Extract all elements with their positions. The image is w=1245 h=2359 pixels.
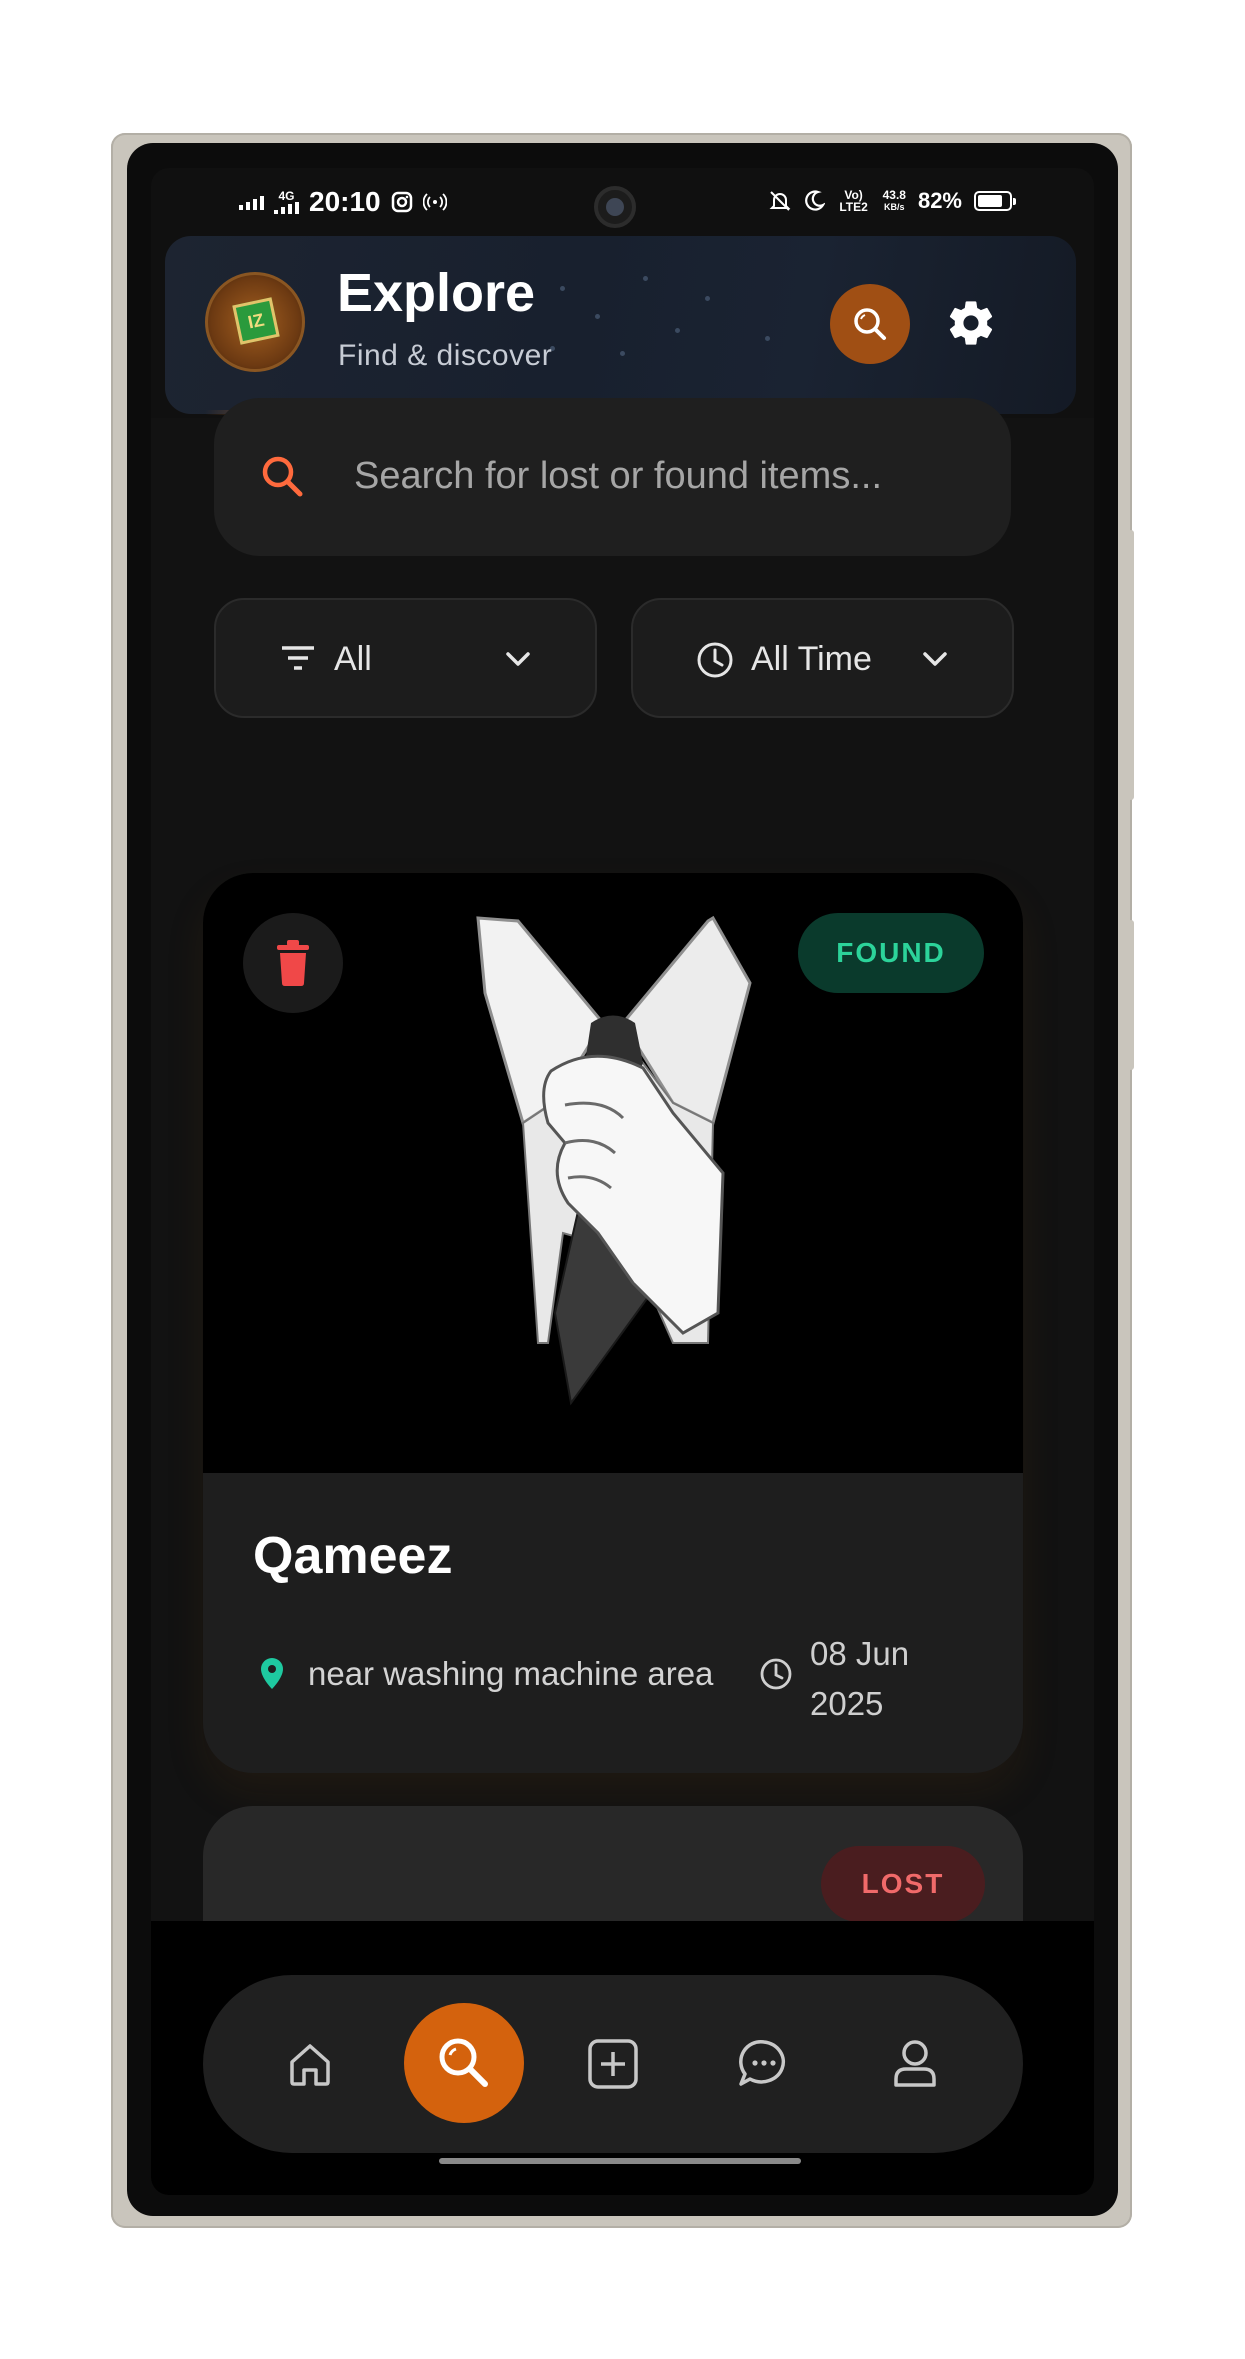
battery-percent: 82% bbox=[917, 188, 962, 213]
item-date: 08 Jun 2025 bbox=[810, 1635, 910, 1722]
volume-button bbox=[1128, 530, 1134, 800]
moon-icon bbox=[804, 190, 825, 211]
volte-indicator: Vo) LTE2 bbox=[839, 188, 868, 214]
search-bar[interactable] bbox=[214, 398, 1011, 556]
nav-explore[interactable] bbox=[404, 2003, 524, 2123]
category-filter-dropdown[interactable]: All bbox=[214, 598, 597, 718]
network-type: 4G bbox=[278, 189, 295, 203]
page-title: Explore bbox=[337, 263, 536, 323]
screen: 4G 20:10 Vo) LTE2 43.8 KB/s 82% IZ Explo… bbox=[151, 168, 1094, 2195]
profile-icon bbox=[894, 2040, 936, 2087]
avatar-logo: IZ bbox=[232, 297, 280, 345]
status-badge: FOUND bbox=[798, 913, 984, 993]
chat-icon bbox=[739, 2040, 786, 2086]
status-badge: LOST bbox=[821, 1846, 985, 1922]
front-camera bbox=[594, 186, 636, 228]
nav-chat[interactable] bbox=[727, 2027, 801, 2101]
time-filter-value: All Time bbox=[751, 640, 872, 678]
speed-value: 43.8 bbox=[882, 188, 906, 202]
delete-button[interactable] bbox=[243, 913, 343, 1013]
time-filter-dropdown[interactable]: All Time bbox=[631, 598, 1014, 718]
nav-profile[interactable] bbox=[878, 2027, 952, 2101]
power-button bbox=[1128, 920, 1134, 1070]
search-icon bbox=[854, 308, 886, 340]
explore-content[interactable]: All All Time bbox=[151, 398, 1094, 2006]
gear-icon bbox=[949, 301, 993, 345]
status-time: 20:10 bbox=[309, 186, 381, 217]
trash-icon bbox=[277, 940, 309, 986]
signal-icon bbox=[239, 194, 264, 210]
clock-icon bbox=[697, 642, 733, 678]
clock-icon bbox=[760, 1658, 792, 1690]
nav-add[interactable] bbox=[576, 2027, 650, 2101]
app-header: IZ Explore Find & discover bbox=[165, 236, 1076, 415]
search-icon bbox=[439, 2038, 488, 2087]
item-title: Qameez bbox=[253, 1527, 453, 1585]
location-pin-icon bbox=[261, 1658, 283, 1689]
signal-icon-2 bbox=[274, 202, 299, 214]
chevron-down-icon bbox=[923, 652, 947, 666]
search-icon bbox=[262, 456, 303, 497]
bottom-nav bbox=[203, 1975, 1023, 2153]
speed-unit: KB/s bbox=[884, 202, 905, 212]
add-icon bbox=[588, 2039, 638, 2089]
item-card[interactable]: FOUND Qameez near washing machine area 0… bbox=[203, 873, 1023, 1773]
filter-icon bbox=[282, 646, 314, 670]
settings-button[interactable] bbox=[942, 294, 1000, 352]
search-input[interactable] bbox=[354, 440, 974, 512]
status-bar: 4G 20:10 Vo) LTE2 43.8 KB/s 82% bbox=[151, 168, 1094, 238]
battery-icon bbox=[974, 191, 1016, 211]
nav-home[interactable] bbox=[273, 2027, 347, 2101]
avatar[interactable]: IZ bbox=[205, 272, 305, 372]
chevron-down-icon bbox=[506, 652, 530, 666]
hotspot-icon bbox=[422, 193, 447, 211]
mute-notification-icon bbox=[769, 191, 791, 211]
home-icon bbox=[290, 2044, 330, 2086]
instagram-icon bbox=[391, 191, 412, 213]
home-indicator[interactable] bbox=[439, 2158, 801, 2164]
item-location: near washing machine area bbox=[308, 1655, 714, 1692]
page-subtitle: Find & discover bbox=[338, 339, 553, 372]
header-search-button[interactable] bbox=[830, 284, 910, 364]
category-filter-value: All bbox=[334, 640, 372, 678]
